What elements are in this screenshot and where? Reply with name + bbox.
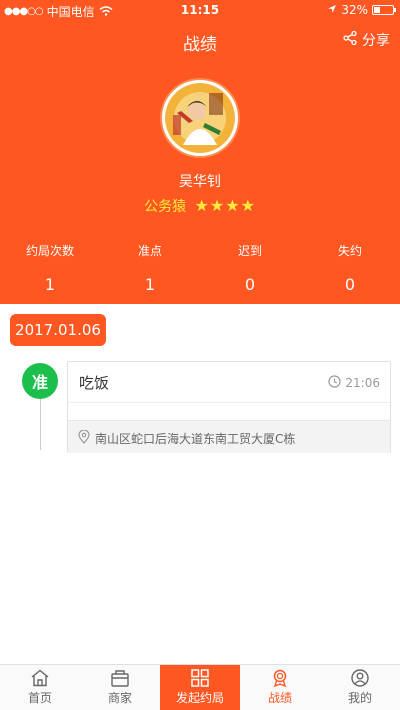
battery-percent: 32% [341,3,368,17]
battery-level-fill [374,7,380,13]
medal-icon [270,669,290,687]
store-icon [110,669,130,687]
event-time: 21:06 [345,376,380,390]
clock-icon [328,375,342,391]
location-arrow-icon [327,3,337,17]
share-label: 分享 [362,33,390,49]
tab-label: 我的 [347,691,372,705]
timeline-date: 2017.01.06 [10,314,106,346]
location-pin-icon [78,429,90,447]
tab-label: 首页 [27,691,52,705]
stat-label: 约局次数 [25,244,74,258]
tab-create-event[interactable]: 发起约局 [160,665,240,710]
tab-label: 战绩 [267,691,292,705]
stats-row: 约局次数 1 准点 1 迟到 0 失约 0 [0,242,400,294]
page-title: 战绩 [183,35,217,55]
tab-records[interactable]: 战绩 [240,665,320,710]
battery-icon [372,5,396,15]
user-icon [350,669,370,687]
timeline-connector [40,398,41,450]
home-icon [30,669,50,687]
stat-label: 失约 [337,244,362,258]
tab-me[interactable]: 我的 [320,665,400,710]
stat-missed: 失约 0 [300,242,400,294]
user-name: 吴华钊 [179,174,221,190]
avatar-image [165,83,235,153]
user-rank: 公务猿 ★★★★ [0,196,400,216]
tab-home[interactable]: 首页 [0,665,80,710]
stat-value: 1 [144,275,156,294]
avatar[interactable] [162,80,238,156]
stat-label: 准点 [137,244,162,258]
share-icon [342,30,358,50]
stat-value: 0 [344,275,356,294]
event-time-wrap: 21:06 [328,375,380,391]
event-location: 南山区蛇口后海大道东南工贸大厦C栋 [78,429,296,447]
stat-value: 1 [44,275,56,294]
tab-label: 发起约局 [175,691,224,705]
tab-bar: 首页 商家 发起约局 战绩 我的 [0,664,400,710]
event-card[interactable]: 吃饭 21:06 南山区蛇口后海大道东南工贸大厦C栋 [67,361,391,453]
stat-label: 迟到 [237,244,262,258]
divider [68,402,390,403]
grid-icon [190,669,210,687]
stat-late: 迟到 0 [200,242,300,294]
share-button[interactable]: 分享 [342,30,390,50]
stat-value: 0 [244,275,256,294]
stat-total: 约局次数 1 [0,242,100,294]
tab-stores[interactable]: 商家 [80,665,160,710]
stat-ontime: 准点 1 [100,242,200,294]
status-right: 32% [327,3,396,17]
event-address: 南山区蛇口后海大道东南工贸大厦C栋 [95,432,296,446]
user-title: 公务猿 [144,199,187,215]
profile-header: ●●●○○ 中国电信 11:15 32% 战绩 分享 吴华钊 公务猿 ★★★★ … [0,0,400,304]
tab-label: 商家 [107,691,132,705]
event-location-bar: 南山区蛇口后海大道东南工贸大厦C栋 [68,420,390,453]
star-rating: ★★★★ [194,196,256,215]
ontime-badge: 准 [22,363,58,399]
event-name: 吃饭 [79,374,110,392]
status-bar: ●●●○○ 中国电信 11:15 32% [0,0,400,20]
